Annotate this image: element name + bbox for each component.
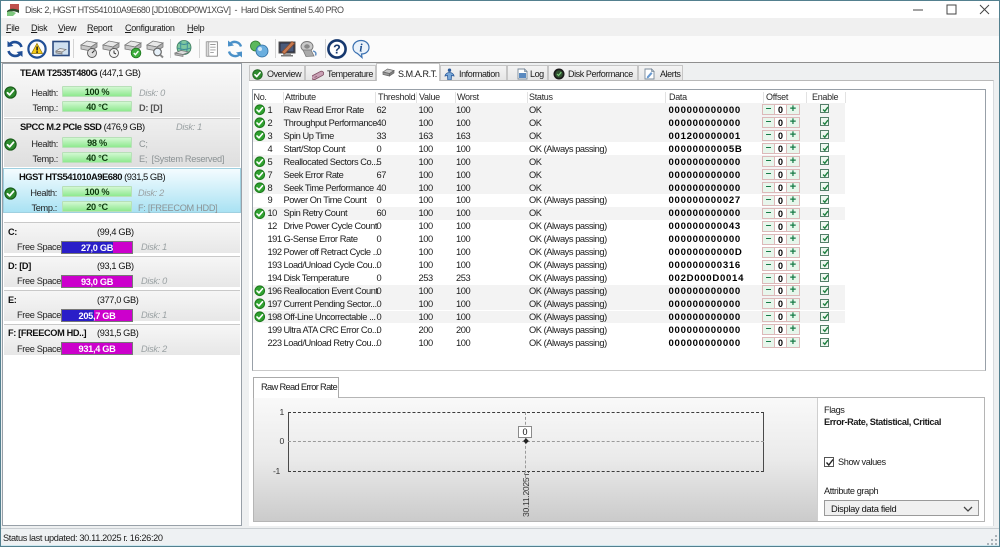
svg-text:?: ? — [333, 43, 341, 57]
